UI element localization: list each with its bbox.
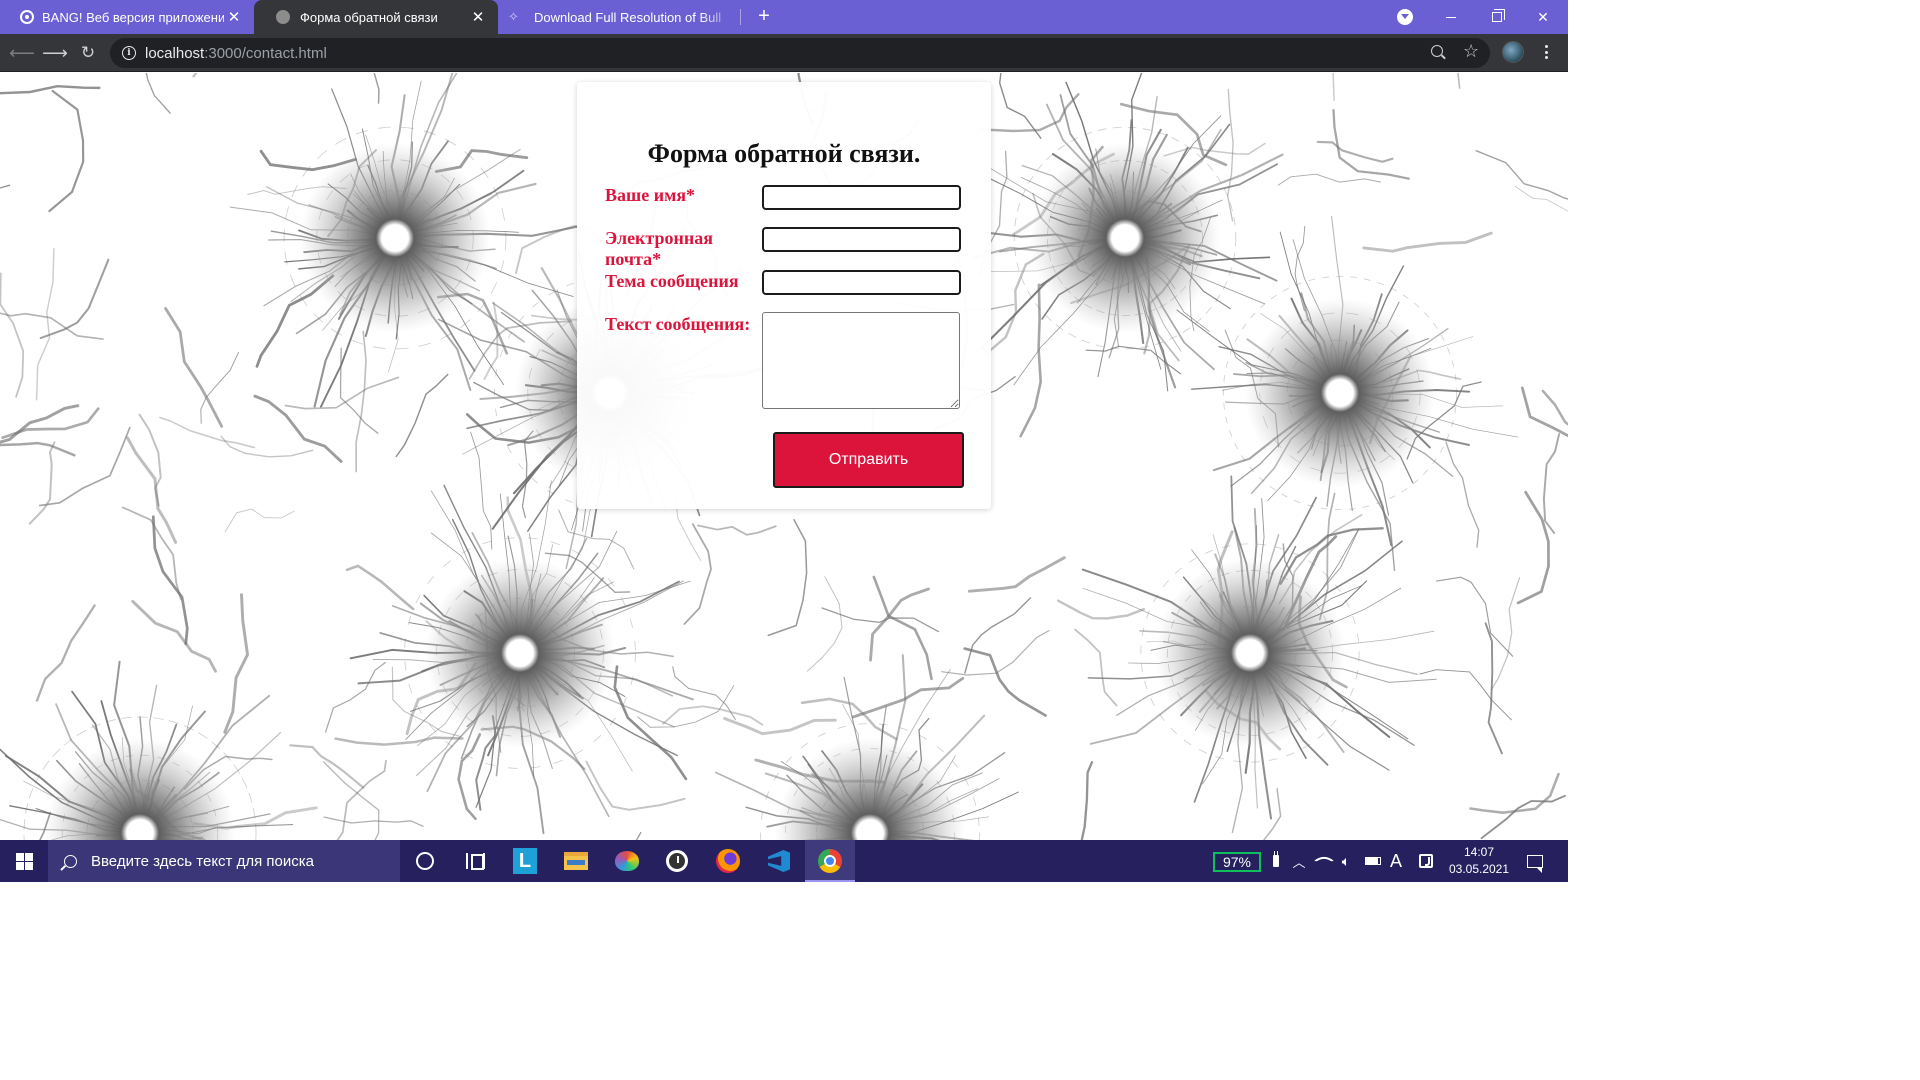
url-host: localhost [145,44,205,62]
contact-form-card: Форма обратной связи. Ваше имя* Электрон… [577,82,991,509]
start-button[interactable] [0,840,48,882]
tab-bang[interactable]: BANG! Веб версия приложения ✕ [0,0,254,34]
page-viewport: Форма обратной связи. Ваше имя* Электрон… [0,73,1568,840]
tab-title: Форма обратной связи [300,9,438,25]
power-plug-icon[interactable] [1267,840,1285,882]
volume-icon[interactable]: 🔈︎ [1336,840,1356,882]
tab-download[interactable]: ✧ Download Full Resolution of Bull [498,0,740,34]
zoom-icon[interactable] [1431,45,1443,57]
task-view-button[interactable] [450,840,500,882]
tab-search-icon[interactable] [1397,9,1413,25]
firefox-icon [716,849,740,873]
close-tab-icon[interactable]: ✕ [224,8,244,26]
action-center-button[interactable] [1522,840,1548,882]
l-app-button[interactable]: L [500,840,550,882]
globe-icon [22,12,32,22]
email-input[interactable] [762,227,961,252]
tab-title: Download Full Resolution of Bull [534,9,722,25]
name-label: Ваше имя* [605,185,696,205]
tab-contact-form[interactable]: Форма обратной связи ✕ [254,0,498,34]
submit-button[interactable]: Отправить [773,432,964,488]
chrome-icon [818,849,842,873]
tab-separator [740,9,741,25]
subject-input[interactable] [762,270,961,295]
reload-icon[interactable]: ↻ [74,39,102,67]
restore-button[interactable] [1474,0,1520,34]
forward-arrow-icon[interactable]: ⟶ [41,39,69,67]
wifi-icon[interactable] [1314,840,1334,882]
browser-tab-strip: BANG! Веб версия приложения ✕ Форма обра… [0,0,1568,34]
message-textarea[interactable] [762,312,960,409]
name-input[interactable] [762,185,961,210]
taskbar-clock[interactable]: 14:07 03.05.2021 [1444,844,1514,878]
message-label: Текст сообщения: [605,314,751,334]
show-hidden-icons-chevron-icon[interactable]: ︿ [1290,840,1308,882]
notification-icon [1527,854,1543,873]
info-icon[interactable]: i [122,46,136,60]
input-language-indicator[interactable]: A [1386,840,1406,882]
search-placeholder: Введите здесь текст для поиска [91,852,314,870]
clock-app-icon [666,850,688,872]
taskbar-search-box[interactable]: Введите здесь текст для поиска [48,840,400,882]
form-title: Форма обратной связи. [647,139,921,168]
url-path: :3000/contact.html [204,44,327,62]
file-explorer-button[interactable] [551,840,601,882]
tab-title: BANG! Веб версия приложения [42,9,224,25]
cortana-button[interactable] [400,840,450,882]
clock-time: 14:07 [1463,845,1495,859]
subject-label: Тема сообщения [605,271,739,291]
kebab-menu-icon[interactable] [1538,42,1554,62]
vscode-icon [768,850,790,872]
clock-app-button[interactable] [652,840,702,882]
battery-percent[interactable]: 97% [1213,852,1261,872]
restore-icon [1492,9,1505,22]
minimize-icon [1446,16,1456,18]
paint-button[interactable] [602,840,652,882]
windows-logo-icon [15,852,33,870]
paint-icon [615,851,639,871]
address-bar[interactable]: i localhost:3000/contact.html [110,38,1490,68]
bullet-icon: ✧ [508,9,519,24]
url-text[interactable]: localhost:3000/contact.html [145,45,327,62]
globe-icon [276,10,290,24]
close-window-button[interactable]: ✕ [1520,0,1566,34]
profile-avatar[interactable] [1502,41,1524,63]
clock-date: 03.05.2021 [1448,862,1510,876]
cortana-icon [416,852,434,870]
battery-icon[interactable] [1362,840,1384,882]
task-view-icon [466,853,485,870]
minimize-button[interactable] [1428,0,1474,34]
l-app-icon: L [513,848,537,874]
firefox-button[interactable] [703,840,753,882]
back-arrow-icon[interactable]: ⟵ [8,39,36,67]
bookmark-star-icon[interactable]: ☆ [1463,41,1479,61]
browser-toolbar: ⟵ ⟶ ↻ i localhost:3000/contact.html ☆ [0,34,1568,72]
search-icon [64,854,77,868]
file-explorer-icon [564,852,588,870]
email-label: Электронная почта* [605,228,713,269]
windows-taskbar: Введите здесь текст для поиска L 97% ︿ 🔈… [0,840,1568,882]
new-tab-button[interactable]: + [752,4,776,28]
chrome-button[interactable] [805,840,855,882]
vscode-button[interactable] [754,840,804,882]
close-tab-icon[interactable]: ✕ [468,8,488,26]
tray-app-icon[interactable] [1415,840,1437,882]
